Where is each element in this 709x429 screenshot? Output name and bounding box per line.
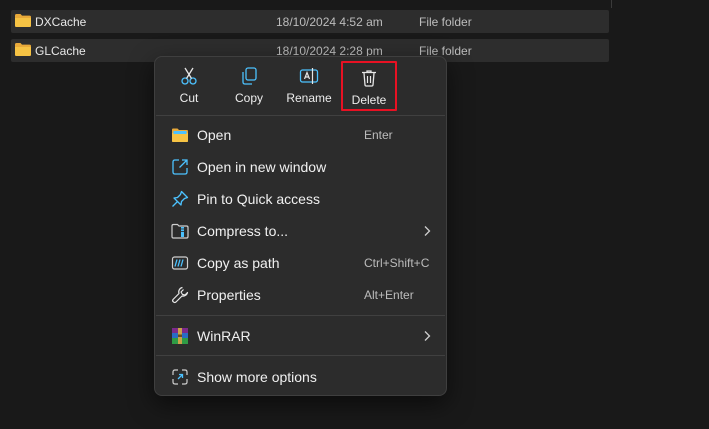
menu-item-label: Open bbox=[197, 127, 232, 143]
cut-label: Cut bbox=[179, 91, 199, 105]
menu-item-shortcut: Alt+Enter bbox=[364, 288, 414, 302]
delete-button[interactable]: Delete bbox=[341, 61, 397, 111]
menu-item-shortcut: Ctrl+Shift+C bbox=[364, 256, 430, 270]
quick-actions-bar: Cut Copy Rename Delete bbox=[155, 57, 446, 115]
context-menu: Cut Copy Rename Delete Open Enter Open i… bbox=[154, 56, 447, 396]
pin-icon bbox=[172, 190, 189, 207]
cut-button[interactable]: Cut bbox=[161, 61, 217, 111]
menu-separator bbox=[156, 315, 445, 316]
menu-item-shortcut: Enter bbox=[364, 128, 393, 142]
menu-item-open[interactable]: Open Enter bbox=[159, 120, 442, 150]
rename-icon bbox=[299, 68, 319, 84]
file-name: GLCache bbox=[35, 43, 86, 58]
copy-label: Copy bbox=[234, 91, 263, 105]
menu-item-label: Pin to Quick access bbox=[197, 191, 320, 207]
open-new-window-icon bbox=[172, 159, 188, 175]
copy-button[interactable]: Copy bbox=[221, 61, 277, 111]
file-name: DXCache bbox=[35, 14, 87, 29]
menu-separator bbox=[156, 115, 445, 116]
menu-item-label: Copy as path bbox=[197, 255, 280, 271]
menu-item-winrar[interactable]: WinRAR bbox=[159, 321, 442, 351]
chevron-right-icon bbox=[424, 331, 431, 341]
rename-button[interactable]: Rename bbox=[281, 61, 337, 111]
file-row-dxcache[interactable]: DXCache 18/10/2024 4:52 am File folder bbox=[11, 10, 609, 33]
file-type: File folder bbox=[419, 14, 472, 29]
menu-item-open-in-new-window[interactable]: Open in new window bbox=[159, 152, 442, 182]
delete-icon bbox=[362, 70, 376, 87]
folder-open-icon bbox=[172, 128, 188, 142]
menu-item-label: Compress to... bbox=[197, 223, 289, 239]
menu-item-label: Properties bbox=[197, 287, 261, 303]
file-date: 18/10/2024 4:52 am bbox=[276, 14, 383, 29]
column-divider bbox=[611, 0, 612, 8]
wrench-icon bbox=[172, 286, 189, 304]
cut-icon bbox=[181, 67, 197, 85]
menu-item-label: Show more options bbox=[197, 369, 317, 385]
folder-icon bbox=[15, 14, 31, 27]
menu-item-compress-to[interactable]: Compress to... bbox=[159, 216, 442, 246]
winrar-icon bbox=[172, 328, 188, 344]
menu-item-pin-to-quick-access[interactable]: Pin to Quick access bbox=[159, 184, 442, 214]
menu-item-copy-as-path[interactable]: Copy as path Ctrl+Shift+C bbox=[159, 248, 442, 278]
rename-label: Rename bbox=[286, 91, 332, 105]
copy-path-icon bbox=[171, 256, 189, 270]
chevron-right-icon bbox=[424, 226, 431, 236]
menu-separator bbox=[156, 355, 445, 356]
menu-item-label: Open in new window bbox=[197, 159, 327, 175]
delete-label: Delete bbox=[351, 93, 387, 107]
menu-item-show-more-options[interactable]: Show more options bbox=[159, 362, 442, 392]
show-more-options-icon bbox=[172, 369, 188, 385]
compress-icon bbox=[171, 223, 189, 239]
menu-item-properties[interactable]: Properties Alt+Enter bbox=[159, 280, 442, 310]
menu-item-label: WinRAR bbox=[197, 328, 251, 344]
folder-icon bbox=[15, 43, 31, 56]
copy-icon bbox=[242, 67, 257, 85]
